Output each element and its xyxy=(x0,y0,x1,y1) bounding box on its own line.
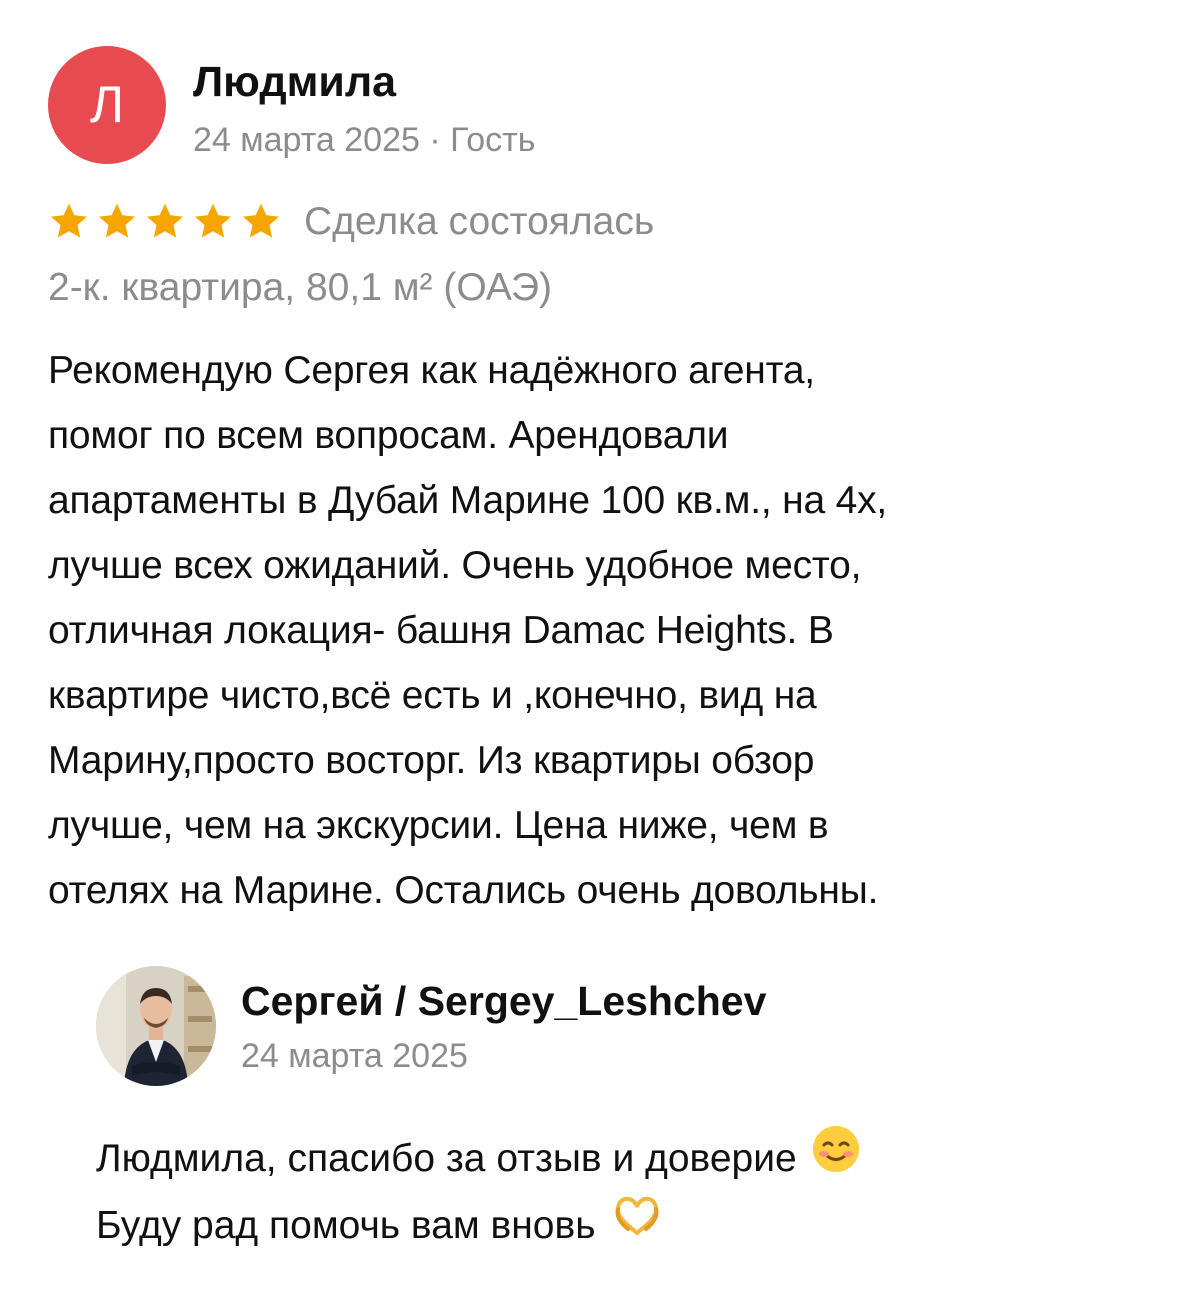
reply-line-text: Буду рад помочь вам вновь xyxy=(96,1203,596,1247)
star-icon xyxy=(144,202,186,242)
agent-avatar[interactable] xyxy=(96,966,216,1086)
property-description: 2-к. квартира, 80,1 м² (ОАЭ) xyxy=(48,266,552,309)
review-header: Л Людмила 24 марта 2025 · Гость xyxy=(48,46,1138,164)
review-meta: 24 марта 2025 · Гость xyxy=(193,121,536,159)
agent-photo-icon xyxy=(96,966,216,1086)
star-rating xyxy=(48,202,282,242)
author-name[interactable]: Людмила xyxy=(193,56,535,108)
star-icon xyxy=(48,202,90,242)
star-icon xyxy=(96,202,138,242)
star-icon xyxy=(240,202,282,242)
reply-line: Людмила, спасибо за отзыв и доверие xyxy=(96,1124,1136,1193)
reply-author-block: Сергей / Sergey_Leshchev 24 марта 2025 xyxy=(241,966,766,1080)
author-avatar[interactable]: Л xyxy=(48,46,166,164)
agent-name[interactable]: Сергей / Sergey_Leshchev xyxy=(241,976,766,1026)
heart-hands-icon xyxy=(610,1193,664,1258)
star-icon xyxy=(192,202,234,242)
agent-reply: Сергей / Sergey_Leshchev 24 марта 2025 Л… xyxy=(96,966,1136,1258)
review-card: Л Людмила 24 марта 2025 · Гость Сделка с… xyxy=(48,46,1138,923)
rating-row: Сделка состоялась xyxy=(48,196,1138,248)
reply-header: Сергей / Sergey_Leshchev 24 марта 2025 xyxy=(96,966,1136,1086)
avatar-letter: Л xyxy=(89,76,125,134)
review-text: Рекомендую Сергея как надёжного агента, … xyxy=(48,349,888,912)
smiling-face-icon xyxy=(811,1124,861,1193)
author-block: Людмила 24 марта 2025 · Гость xyxy=(193,46,535,164)
deal-status: Сделка состоялась xyxy=(304,200,655,243)
reply-date: 24 марта 2025 xyxy=(241,1037,468,1075)
reply-text: Людмила, спасибо за отзыв и доверие Буду… xyxy=(96,1124,1136,1258)
reply-line-text: Людмила, спасибо за отзыв и доверие xyxy=(96,1136,797,1180)
reply-line: Буду рад помочь вам вновь xyxy=(96,1193,1136,1258)
